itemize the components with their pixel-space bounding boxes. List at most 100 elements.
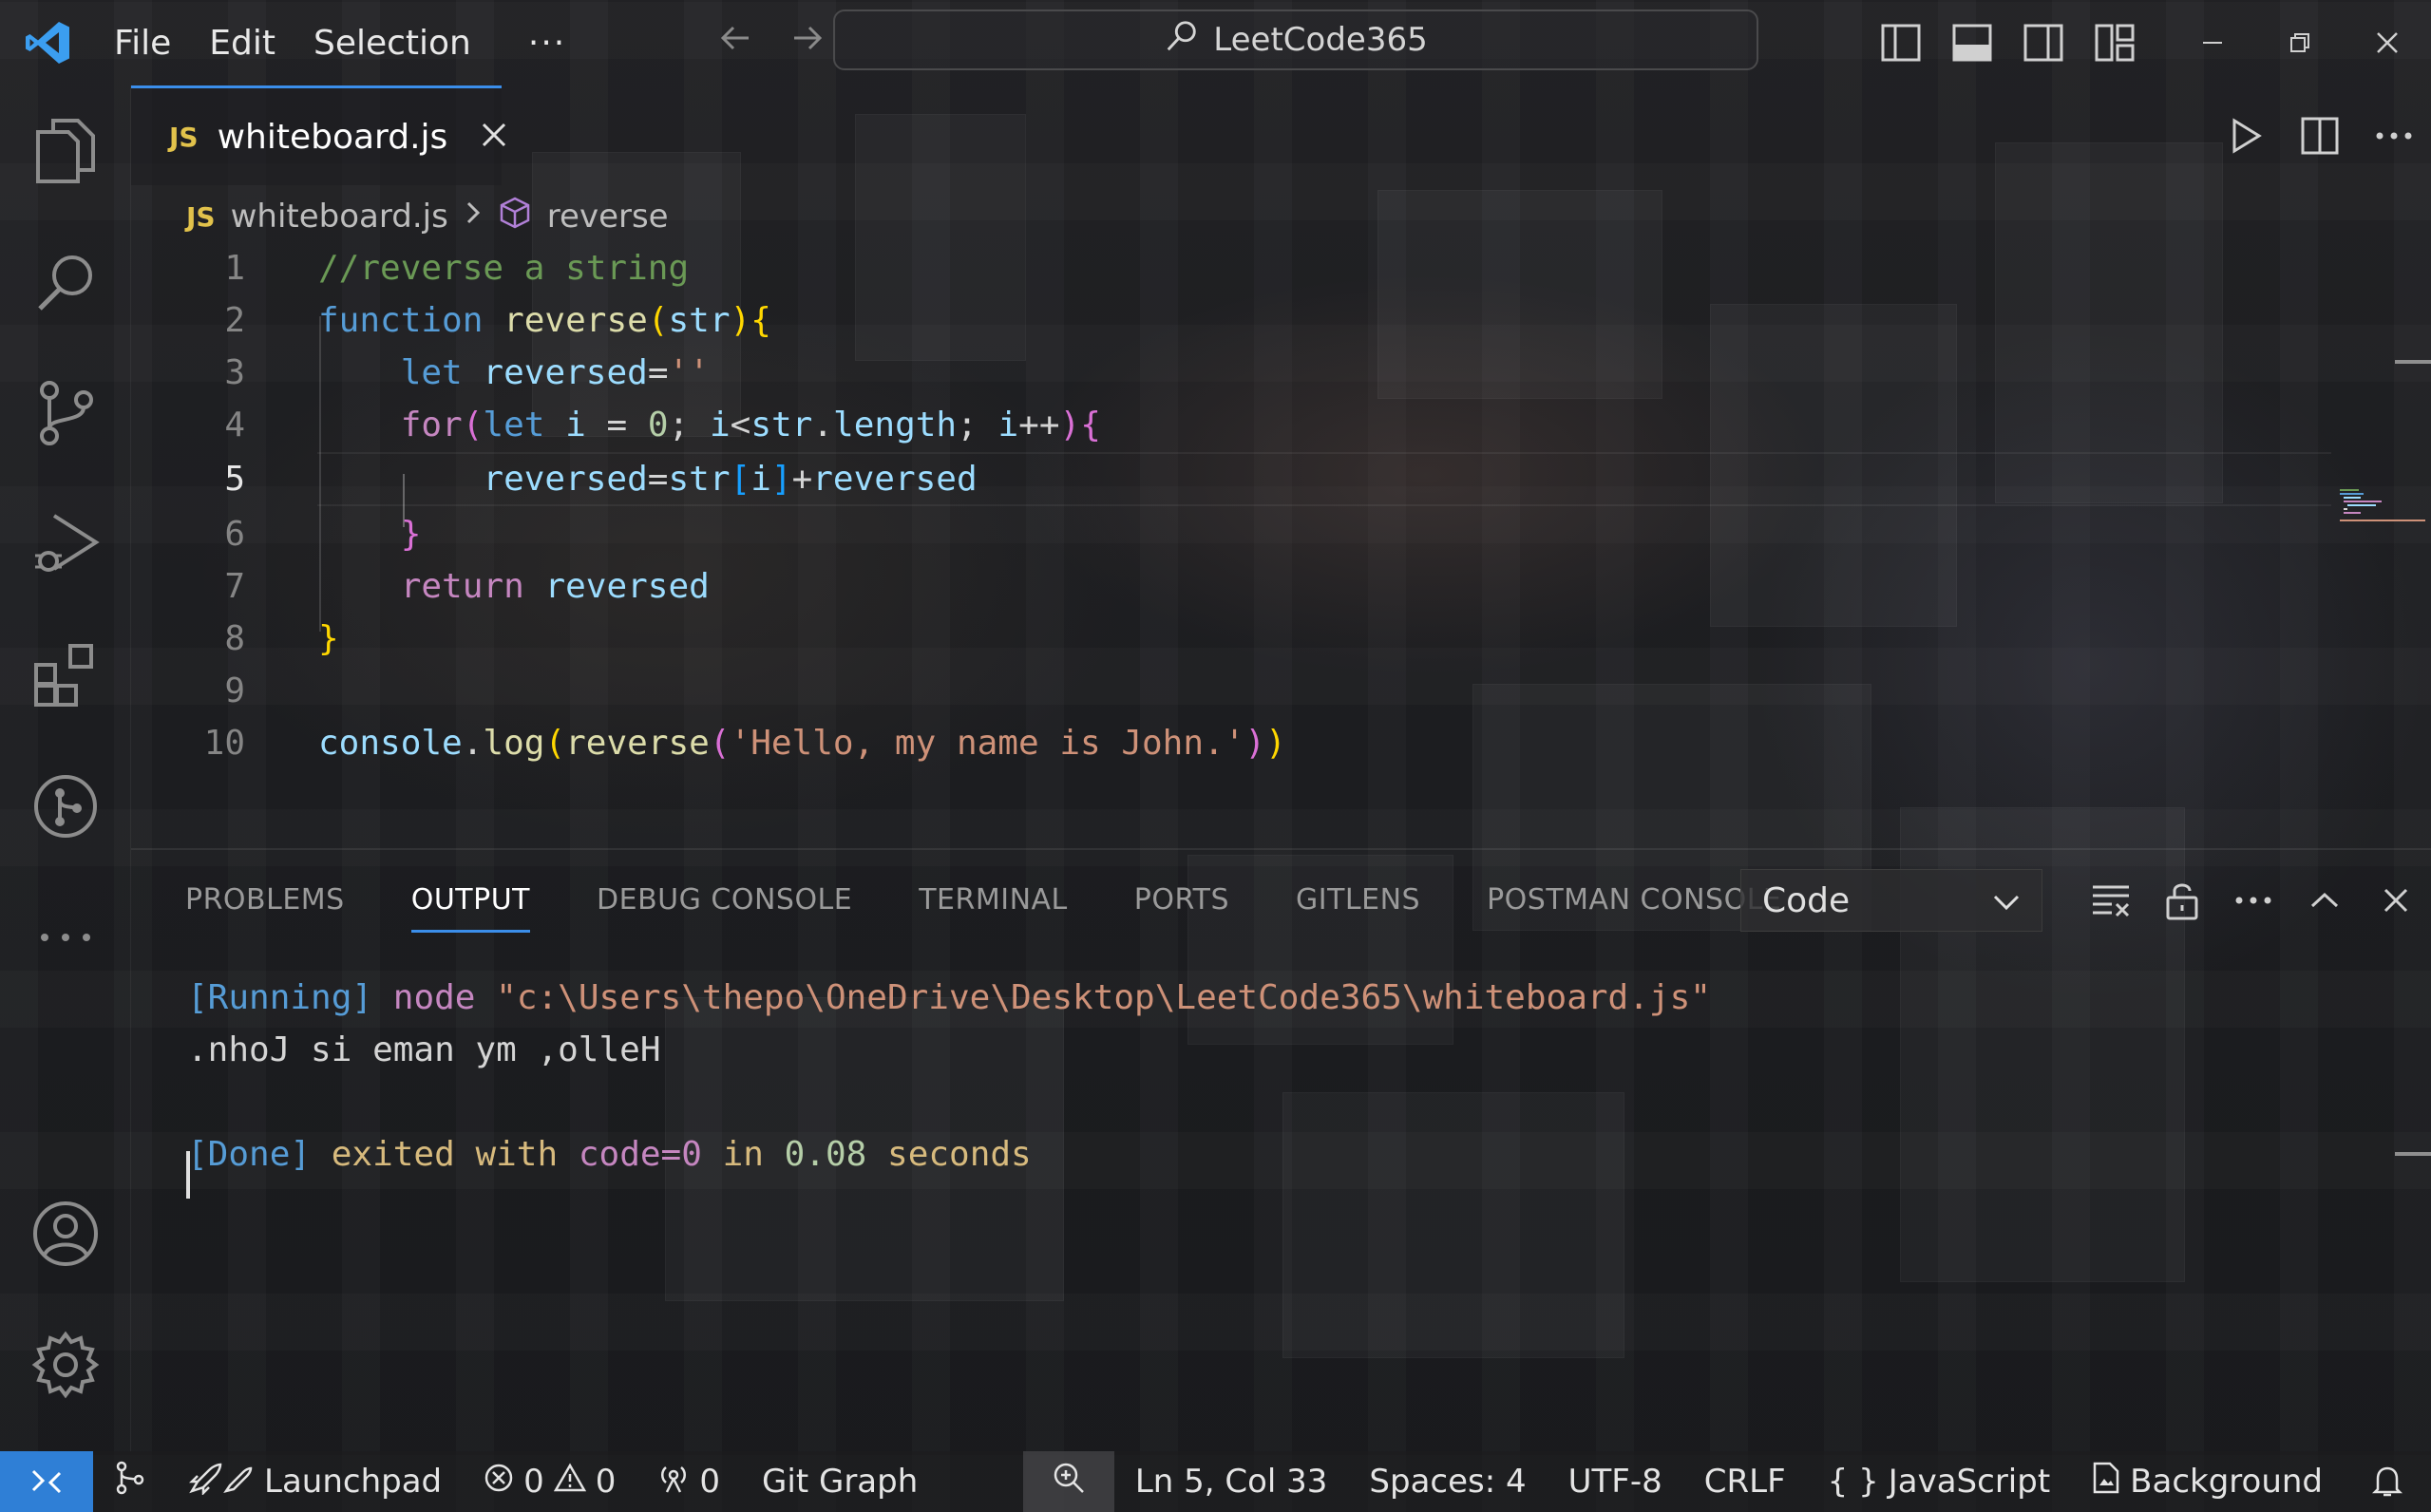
background-item[interactable]: Background bbox=[2071, 1451, 2344, 1512]
language-label: JavaScript bbox=[1888, 1463, 2051, 1501]
code-text: let reversed='' bbox=[400, 353, 710, 392]
code-line: 4 for(let i = 0; i<str.length; i++){ bbox=[131, 399, 2221, 451]
tab-debug-console[interactable]: DEBUG CONSOLE bbox=[563, 850, 885, 950]
tab-terminal[interactable]: TERMINAL bbox=[885, 850, 1101, 950]
toggle-primary-sidebar-icon[interactable] bbox=[1865, 0, 1936, 85]
cursor-position[interactable]: Ln 5, Col 33 bbox=[1114, 1451, 1349, 1512]
ports-count: 0 bbox=[699, 1463, 721, 1501]
braces-icon: { } bbox=[1827, 1463, 1879, 1501]
run-code-icon[interactable] bbox=[2209, 85, 2283, 185]
line-number: 2 bbox=[224, 301, 245, 340]
breadcrumb-file[interactable]: whiteboard.js bbox=[231, 198, 448, 236]
accounts-tree-icon bbox=[114, 1461, 146, 1503]
done-code: code=0 bbox=[578, 1135, 702, 1174]
restore-icon[interactable] bbox=[2256, 0, 2344, 85]
output-channel-select[interactable]: Code bbox=[1740, 869, 2042, 932]
title-bar: File Edit Selection ··· LeetCode365 bbox=[0, 0, 2431, 85]
line-number: 5 bbox=[224, 460, 245, 499]
code-text: console.log(reverse('Hello, my name is J… bbox=[318, 724, 1286, 763]
launchpad-item[interactable]: Launchpad bbox=[167, 1451, 463, 1512]
menu-selection[interactable]: Selection bbox=[294, 0, 490, 85]
line-number: 4 bbox=[224, 406, 245, 444]
remote-indicator-icon[interactable] bbox=[0, 1451, 93, 1512]
back-arrow-icon[interactable] bbox=[699, 19, 771, 66]
line-number: 7 bbox=[224, 567, 245, 606]
bottom-panel: PROBLEMS OUTPUT DEBUG CONSOLE TERMINAL P… bbox=[131, 848, 2431, 1451]
command-center-search[interactable]: LeetCode365 bbox=[833, 9, 1758, 70]
ports-item[interactable]: 0 bbox=[636, 1451, 741, 1512]
activity-bar bbox=[0, 85, 131, 1451]
code-line: 1 //reverse a string bbox=[131, 242, 2221, 294]
tab-output[interactable]: OUTPUT bbox=[378, 850, 563, 950]
minimap[interactable] bbox=[2340, 487, 2431, 525]
explorer-icon[interactable] bbox=[0, 85, 131, 217]
code-line: 6 } bbox=[131, 508, 2221, 560]
encoding[interactable]: UTF-8 bbox=[1548, 1451, 1683, 1512]
output-line-running: [Running] node "c:\Users\thepo\OneDrive\… bbox=[187, 972, 1711, 1024]
line-number: 10 bbox=[203, 724, 245, 763]
code-text: } bbox=[318, 619, 339, 658]
code-line: 2 function reverse(str){ bbox=[131, 294, 2221, 347]
search-view-icon[interactable] bbox=[0, 217, 131, 348]
editor-more-actions-icon[interactable] bbox=[2357, 85, 2431, 185]
problems-item[interactable]: 0 0 bbox=[463, 1451, 636, 1512]
clear-output-icon[interactable] bbox=[2075, 850, 2146, 950]
close-panel-icon[interactable] bbox=[2360, 850, 2431, 950]
code-line: 8 } bbox=[131, 613, 2221, 665]
line-number: 8 bbox=[224, 619, 245, 658]
toggle-panel-icon[interactable] bbox=[1936, 0, 2007, 85]
menu-edit[interactable]: Edit bbox=[190, 0, 294, 85]
output-line-result: .nhoJ si eman ym ,olleH bbox=[187, 1030, 661, 1069]
tab-gitlens[interactable]: GITLENS bbox=[1263, 850, 1453, 950]
lock-scroll-icon[interactable] bbox=[2146, 850, 2217, 950]
launchpad-label: Launchpad bbox=[264, 1463, 443, 1501]
toggle-secondary-sidebar-icon[interactable] bbox=[2007, 0, 2079, 85]
close-window-icon[interactable] bbox=[2344, 0, 2431, 85]
extensions-icon[interactable] bbox=[0, 610, 131, 741]
panel-more-actions-icon[interactable] bbox=[2217, 850, 2289, 950]
code-editor[interactable]: 1 //reverse a string 2 function reverse(… bbox=[131, 242, 2431, 850]
background-label: Background bbox=[2130, 1463, 2323, 1501]
source-control-icon[interactable] bbox=[0, 348, 131, 479]
minimize-icon[interactable] bbox=[2169, 0, 2256, 85]
background-document-icon bbox=[2092, 1461, 2120, 1503]
code-line: 7 return reversed bbox=[131, 560, 2221, 613]
accounts-icon[interactable] bbox=[0, 1168, 131, 1299]
split-editor-icon[interactable] bbox=[2283, 85, 2357, 185]
language-mode[interactable]: { } JavaScript bbox=[1807, 1451, 2072, 1512]
tab-problems[interactable]: PROBLEMS bbox=[152, 850, 378, 950]
function-symbol-icon bbox=[498, 196, 532, 238]
zoom-magnifier-icon bbox=[1052, 1461, 1086, 1503]
git-graph-item[interactable]: Git Graph bbox=[741, 1451, 939, 1512]
rocket-icon bbox=[188, 1461, 255, 1503]
end-of-line[interactable]: CRLF bbox=[1683, 1451, 1807, 1512]
scrollbar-marker bbox=[2395, 360, 2431, 364]
tab-ports[interactable]: PORTS bbox=[1101, 850, 1263, 950]
chevron-down-icon bbox=[1992, 881, 2021, 920]
close-tab-icon[interactable] bbox=[480, 115, 508, 159]
tab-label: whiteboard.js bbox=[217, 117, 448, 157]
run-debug-icon[interactable] bbox=[0, 479, 131, 610]
code-line: 9 bbox=[131, 665, 2221, 717]
menu-file[interactable]: File bbox=[95, 0, 190, 85]
customize-layout-icon[interactable] bbox=[2079, 0, 2150, 85]
indentation[interactable]: Spaces: 4 bbox=[1348, 1451, 1547, 1512]
running-tag: [Running] bbox=[187, 978, 373, 1017]
breadcrumb-symbol[interactable]: reverse bbox=[547, 198, 669, 236]
running-path: "c:\Users\thepo\OneDrive\Desktop\LeetCod… bbox=[496, 978, 1711, 1017]
zoom-item[interactable] bbox=[1022, 1451, 1114, 1512]
maximize-panel-icon[interactable] bbox=[2289, 850, 2360, 950]
done-seconds: seconds bbox=[887, 1135, 1032, 1174]
menu-more-button[interactable]: ··· bbox=[509, 24, 585, 63]
vscode-logo-icon[interactable] bbox=[0, 0, 95, 85]
tab-whiteboard-js[interactable]: JS whiteboard.js bbox=[131, 85, 506, 185]
code-line: 3 let reversed='' bbox=[131, 347, 2221, 399]
notifications-bell-icon[interactable] bbox=[2344, 1451, 2431, 1512]
status-bar: Launchpad 0 0 0 Git Graph Ln 5, Col 33 S… bbox=[0, 1451, 2431, 1512]
text-cursor bbox=[186, 1151, 190, 1199]
code-text: //reverse a string bbox=[318, 249, 690, 288]
git-branch-item[interactable] bbox=[93, 1451, 167, 1512]
settings-gear-icon[interactable] bbox=[0, 1299, 131, 1430]
more-views-icon[interactable] bbox=[0, 872, 131, 1003]
gitlens-icon[interactable] bbox=[0, 741, 131, 872]
